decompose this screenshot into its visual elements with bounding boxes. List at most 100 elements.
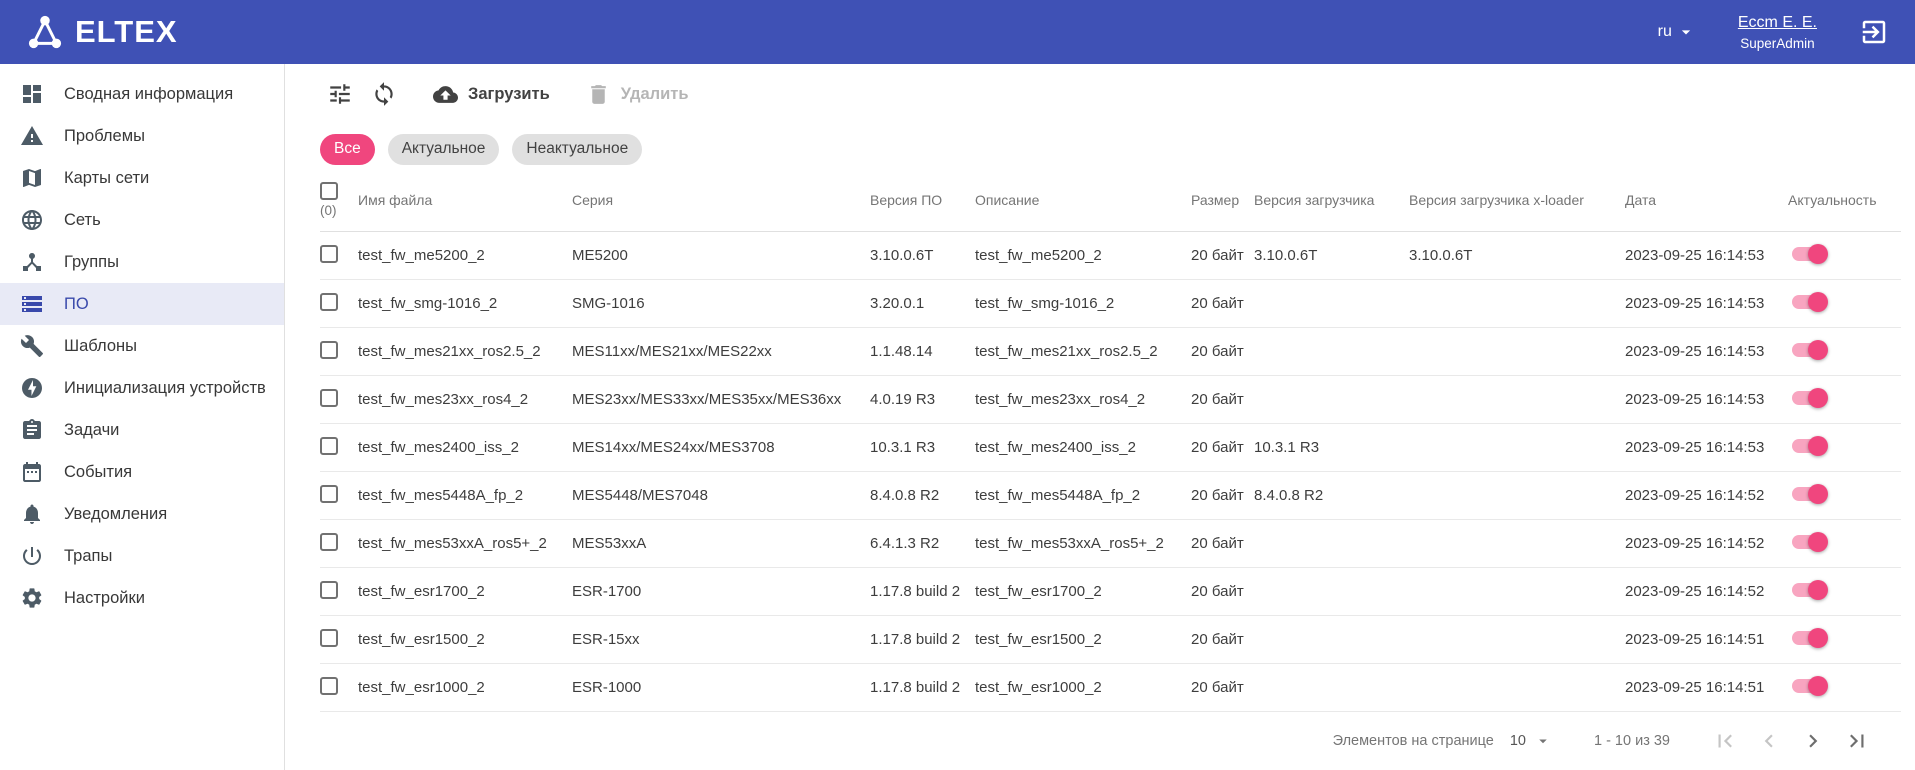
cell-description: test_fw_mes21xx_ros2.5_2	[975, 343, 1191, 360]
first-page-icon	[1712, 728, 1738, 754]
select-all-checkbox[interactable]	[320, 182, 338, 200]
sidebar-item-settings[interactable]: Настройки	[0, 577, 284, 619]
table-footer: Элементов на странице 10 1 - 10 из 39	[320, 712, 1901, 770]
bolt-circle-icon	[20, 376, 44, 400]
filter-chip-inactual[interactable]: Неактуальное	[512, 134, 642, 165]
previous-page-button[interactable]	[1756, 728, 1782, 754]
actuality-toggle[interactable]	[1790, 532, 1828, 552]
items-per-page-value: 10	[1510, 733, 1526, 749]
cell-file-name: test_fw_smg-1016_2	[358, 295, 572, 312]
user-name-link[interactable]: Eccm E. E.	[1738, 11, 1817, 34]
toggle-thumb	[1808, 628, 1828, 648]
cell-fw-version: 4.0.19 R3	[870, 391, 975, 408]
sidebar-item-templates[interactable]: Шаблоны	[0, 325, 284, 367]
sidebar-item-label: Карты сети	[64, 169, 149, 188]
eltex-logo-icon	[24, 11, 66, 53]
cell-date: 2023-09-25 16:14:53	[1625, 391, 1788, 408]
sidebar-item-notifications[interactable]: Уведомления	[0, 493, 284, 535]
dashboard-icon	[20, 82, 44, 106]
actuality-toggle[interactable]	[1790, 484, 1828, 504]
table-row: test_fw_mes2400_iss_2 MES14xx/MES24xx/ME…	[320, 424, 1901, 472]
toggle-thumb	[1808, 292, 1828, 312]
cell-date: 2023-09-25 16:14:51	[1625, 631, 1788, 648]
chevron-left-icon	[1756, 728, 1782, 754]
first-page-button[interactable]	[1712, 728, 1738, 754]
row-checkbox[interactable]	[320, 629, 338, 647]
cell-series: MES53xxA	[572, 535, 870, 552]
actuality-toggle[interactable]	[1790, 388, 1828, 408]
toggle-thumb	[1808, 580, 1828, 600]
row-checkbox[interactable]	[320, 437, 338, 455]
sidebar-item-tasks[interactable]: Задачи	[0, 409, 284, 451]
cell-series: ME5200	[572, 247, 870, 264]
cell-size: 20 байт	[1191, 679, 1254, 696]
row-checkbox[interactable]	[320, 485, 338, 503]
column-header-fw-version: Версия ПО	[870, 192, 975, 208]
cell-loader-version: 8.4.0.8 R2	[1254, 487, 1409, 504]
table-body: test_fw_me5200_2 ME5200 3.10.0.6T test_f…	[320, 232, 1901, 712]
sidebar-item-label: ПО	[64, 295, 89, 314]
row-checkbox[interactable]	[320, 245, 338, 263]
cell-fw-version: 3.20.0.1	[870, 295, 975, 312]
actuality-toggle[interactable]	[1790, 436, 1828, 456]
sidebar-item-label: Уведомления	[64, 505, 167, 524]
filter-button[interactable]	[327, 81, 353, 107]
row-checkbox[interactable]	[320, 533, 338, 551]
sidebar-item-summary[interactable]: Сводная информация	[0, 73, 284, 115]
logout-button[interactable]	[1859, 17, 1889, 47]
bell-icon	[20, 502, 44, 526]
cell-date: 2023-09-25 16:14:52	[1625, 535, 1788, 552]
sidebar-item-traps[interactable]: Трапы	[0, 535, 284, 577]
table-row: test_fw_me5200_2 ME5200 3.10.0.6T test_f…	[320, 232, 1901, 280]
row-checkbox[interactable]	[320, 677, 338, 695]
actuality-toggle[interactable]	[1790, 676, 1828, 696]
last-page-button[interactable]	[1844, 728, 1870, 754]
sidebar-item-groups[interactable]: Группы	[0, 241, 284, 283]
filter-chip-actual[interactable]: Актуальное	[388, 134, 500, 165]
actuality-toggle[interactable]	[1790, 628, 1828, 648]
toggle-thumb	[1808, 676, 1828, 696]
sidebar-item-network-maps[interactable]: Карты сети	[0, 157, 284, 199]
row-checkbox[interactable]	[320, 293, 338, 311]
cell-size: 20 байт	[1191, 295, 1254, 312]
cell-xloader-version: 3.10.0.6T	[1409, 247, 1625, 264]
row-checkbox[interactable]	[320, 341, 338, 359]
toggle-thumb	[1808, 532, 1828, 552]
language-label: ru	[1658, 23, 1672, 41]
language-selector[interactable]: ru	[1658, 22, 1696, 42]
next-page-button[interactable]	[1800, 728, 1826, 754]
storage-icon	[20, 292, 44, 316]
actuality-toggle[interactable]	[1790, 340, 1828, 360]
row-checkbox[interactable]	[320, 581, 338, 599]
actuality-toggle[interactable]	[1790, 580, 1828, 600]
upload-button[interactable]: Загрузить	[433, 82, 550, 107]
upload-button-label: Загрузить	[468, 85, 550, 104]
filter-chip-all[interactable]: Все	[320, 134, 375, 165]
cell-date: 2023-09-25 16:14:53	[1625, 295, 1788, 312]
actuality-toggle[interactable]	[1790, 292, 1828, 312]
cell-size: 20 байт	[1191, 535, 1254, 552]
items-per-page-select[interactable]: 10	[1510, 732, 1552, 750]
sidebar-item-firmware[interactable]: ПО	[0, 283, 284, 325]
cell-description: test_fw_mes2400_iss_2	[975, 439, 1191, 456]
sidebar-item-label: Группы	[64, 253, 119, 272]
actuality-toggle[interactable]	[1790, 244, 1828, 264]
delete-button[interactable]: Удалить	[586, 82, 689, 107]
cell-series: ESR-15xx	[572, 631, 870, 648]
refresh-button[interactable]	[371, 81, 397, 107]
row-checkbox[interactable]	[320, 389, 338, 407]
sidebar-item-network[interactable]: Сеть	[0, 199, 284, 241]
sidebar-nav: Сводная информация Проблемы Карты сети С…	[0, 64, 285, 770]
table-row: test_fw_esr1000_2 ESR-1000 1.17.8 build …	[320, 664, 1901, 712]
refresh-icon	[371, 81, 397, 107]
sidebar-item-label: Задачи	[64, 421, 119, 440]
cell-date: 2023-09-25 16:14:53	[1625, 247, 1788, 264]
sidebar-item-device-init[interactable]: Инициализация устройств	[0, 367, 284, 409]
brand-name: ELTEX	[75, 14, 178, 50]
brand: ELTEX	[0, 11, 178, 53]
sidebar-item-events[interactable]: События	[0, 451, 284, 493]
pagination-controls	[1712, 728, 1870, 754]
cell-series: SMG-1016	[572, 295, 870, 312]
sidebar-item-problems[interactable]: Проблемы	[0, 115, 284, 157]
column-header-loader-version: Версия загрузчика	[1254, 192, 1409, 208]
